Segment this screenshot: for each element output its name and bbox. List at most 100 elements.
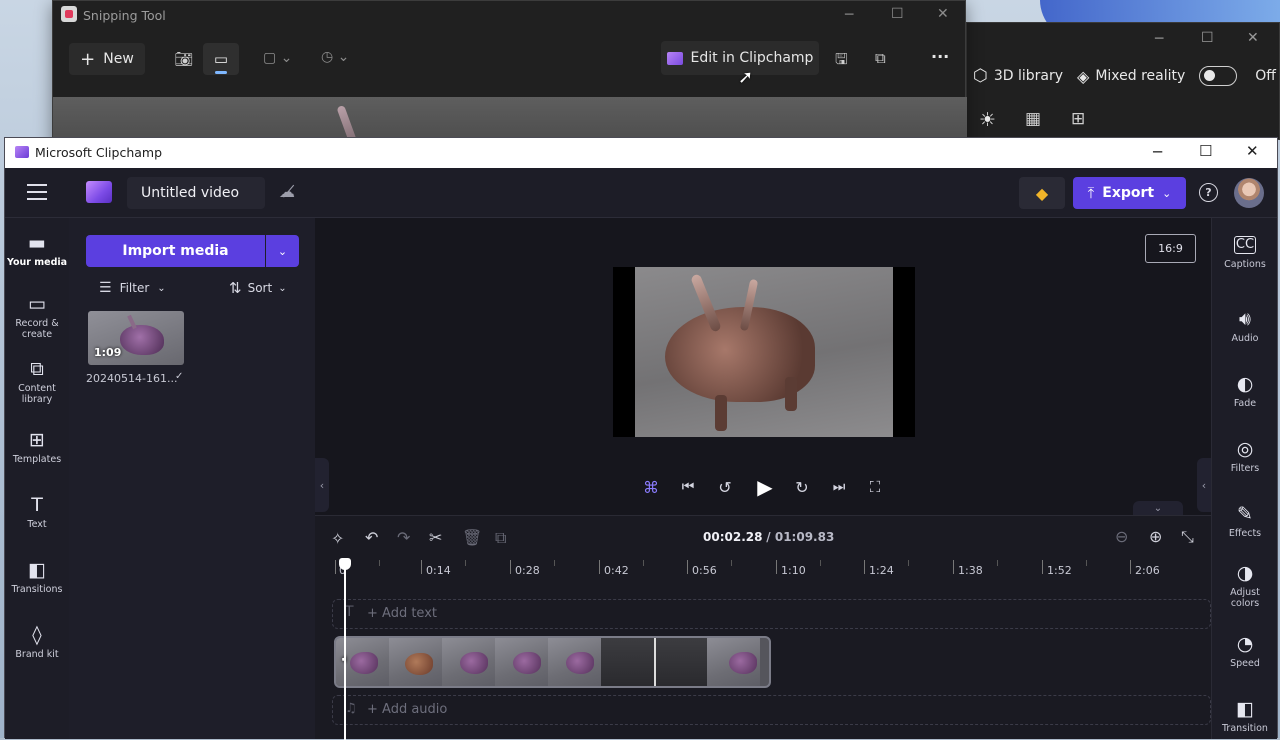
panel-item-speed[interactable]: ◔ Speed — [1212, 633, 1278, 669]
premium-button[interactable]: ◆ — [1019, 177, 1065, 209]
clipchamp-header: Untitled video ☁̸ ◆ ⤒ Export ⌄ ? — [5, 168, 1277, 218]
rail-item-templates[interactable]: ⊞ Templates — [5, 429, 69, 465]
timeline-ruler[interactable]: 0 0:14 0:28 0:42 0:56 1:10 1:24 1:38 1:5 — [315, 558, 1211, 584]
close-icon[interactable]: ✕ — [1246, 142, 1259, 160]
maximize-icon[interactable]: ☐ — [891, 6, 904, 22]
add-text-track[interactable]: T + Add text — [332, 599, 1211, 629]
play-icon: ▶ — [757, 475, 773, 499]
playhead-line[interactable] — [344, 560, 346, 740]
delay-dropdown[interactable]: ◷ ⌄ — [321, 49, 349, 65]
import-media-button[interactable]: Import media — [86, 235, 265, 267]
video-player[interactable] — [613, 267, 915, 437]
rewind-icon: ↺ — [718, 477, 732, 497]
maximize-icon[interactable]: ☐ — [1199, 142, 1212, 160]
transition-icon: ◧ — [1236, 698, 1254, 720]
3d-library-label: 3D library — [993, 68, 1064, 84]
ruler-tick — [776, 560, 777, 574]
collapse-timeline-button[interactable]: ⌄ — [1133, 501, 1183, 515]
panel-item-captions[interactable]: CC Captions — [1212, 234, 1278, 270]
3d-library-button[interactable]: ⬡ 3D library — [973, 66, 1063, 86]
ruler-tick-minor — [465, 560, 466, 566]
avatar[interactable] — [1234, 178, 1264, 208]
rail-item-label: Content library — [18, 383, 56, 405]
fullscreen-button[interactable]: ⛶ — [864, 476, 886, 498]
import-options-dropdown[interactable]: ⌄ — [266, 235, 299, 267]
rail-item-label: Transitions — [11, 584, 63, 595]
panel-item-effects[interactable]: ✎ Effects — [1212, 503, 1278, 539]
chevron-down-icon: ⌄ — [157, 282, 166, 294]
filter-button[interactable]: ☰ Filter ⌄ — [99, 280, 166, 296]
rail-item-your-media[interactable]: ▬ Your media — [5, 232, 69, 268]
media-panel: Import media ⌄ ☰ Filter ⌄ ⇅ Sort ⌄ 1:09 … — [69, 218, 315, 739]
media-item-name: 20240514-161... — [86, 372, 178, 385]
export-button[interactable]: ⤒ Export ⌄ — [1073, 177, 1186, 209]
minimize-icon[interactable]: ─ — [1155, 31, 1163, 47]
scissors-icon[interactable]: ✂ — [429, 528, 442, 547]
playhead-handle[interactable] — [339, 558, 351, 570]
collapse-right-panel-button[interactable]: ‹ — [1197, 458, 1211, 512]
maximize-icon[interactable]: ☐ — [1201, 30, 1214, 46]
preview-area: 16:9 ⌘ ⏮ ↺ ▶ ↻ ⏭ ⛶ ‹ ‹ ⌄ — [315, 218, 1211, 515]
duplicate-icon[interactable]: ⧉ — [495, 528, 506, 548]
rail-item-content-library[interactable]: ⧉ Content library — [5, 358, 69, 405]
magic-edit-icon[interactable]: ✧ — [331, 529, 344, 548]
zoom-out-icon[interactable]: ⊖ — [1115, 527, 1128, 546]
collapse-left-panel-button[interactable]: ‹ — [315, 458, 329, 512]
panel-item-transition[interactable]: ◧ Transition — [1212, 698, 1278, 734]
chevron-down-icon: ⌄ — [1162, 186, 1172, 200]
stats-icon[interactable]: ▦ — [1025, 109, 1041, 129]
skip-forward-button[interactable]: ⏭ — [828, 476, 850, 498]
sort-icon: ⇅ — [229, 279, 242, 297]
help-button[interactable]: ? — [1199, 183, 1218, 202]
panel-item-filters[interactable]: ◎ Filters — [1212, 438, 1278, 474]
folder-icon: ▬ — [28, 232, 46, 254]
media-item-thumbnail[interactable]: 1:09 — [88, 311, 184, 365]
forward-5s-button[interactable]: ↻ — [791, 476, 813, 498]
panel-item-audio[interactable]: 🔊︎ Audio — [1212, 308, 1278, 344]
aspect-ratio-button[interactable]: 16:9 — [1145, 234, 1196, 263]
redo-icon[interactable]: ↷ — [397, 528, 410, 547]
rail-item-label: Your media — [6, 257, 68, 268]
project-title-field[interactable]: Untitled video — [127, 177, 265, 209]
copy-icon[interactable]: ⧉ — [875, 49, 886, 67]
video-mode-button[interactable]: ▭ — [203, 43, 239, 75]
close-icon[interactable]: ✕ — [1247, 30, 1259, 46]
mixed-reality-control[interactable]: ◈ Mixed reality Off — [1077, 66, 1276, 86]
rail-item-brand-kit[interactable]: ◊ Brand kit — [5, 624, 69, 660]
more-options-icon[interactable]: ··· — [931, 47, 949, 66]
add-audio-label: + Add audio — [367, 702, 448, 717]
new-snip-button[interactable]: + New — [69, 43, 145, 75]
aspect-ratio-label: 16:9 — [1158, 242, 1183, 255]
rail-item-text[interactable]: T Text — [5, 494, 69, 530]
toggle-state-label: Off — [1255, 68, 1276, 84]
play-button[interactable]: ▶ — [752, 474, 778, 500]
delete-icon[interactable]: 🗑︎ — [462, 528, 482, 547]
add-audio-track[interactable]: ♫ + Add audio — [332, 695, 1211, 725]
close-icon[interactable]: ✕ — [937, 6, 949, 22]
save-icon[interactable]: 🖫︎ — [835, 49, 848, 74]
sort-button[interactable]: ⇅ Sort ⌄ — [229, 279, 287, 297]
ruler-tick-minor — [731, 560, 732, 566]
magic-preview-button[interactable]: ⌘ — [640, 476, 662, 498]
mixed-reality-toggle[interactable] — [1199, 66, 1238, 86]
lighting-icon[interactable]: ☀ — [979, 109, 996, 131]
rewind-5s-button[interactable]: ↺ — [714, 476, 736, 498]
video-clip[interactable]: 🔈︎ — [334, 636, 771, 688]
minimize-icon[interactable]: ─ — [845, 7, 853, 23]
snip-shape-dropdown[interactable]: ▢ ⌄ — [263, 50, 292, 66]
screenshot-mode-button[interactable]: 📷︎ — [169, 43, 199, 75]
rail-item-record-create[interactable]: ▭ Record & create — [5, 293, 69, 340]
hamburger-menu-icon[interactable] — [27, 184, 47, 200]
import-media-label: Import media — [122, 243, 229, 259]
properties-panel: CC Captions 🔊︎ Audio ◐ Fade ◎ Filters ✎ … — [1211, 218, 1277, 739]
fit-timeline-icon[interactable]: ⤡ — [1181, 527, 1194, 547]
ruler-label: 1:24 — [869, 564, 894, 577]
panel-item-adjust-colors[interactable]: ◑ Adjust colors — [1212, 562, 1278, 609]
zoom-in-icon[interactable]: ⊕ — [1149, 527, 1162, 546]
minimize-icon[interactable]: ─ — [1153, 143, 1162, 161]
undo-icon[interactable]: ↶ — [365, 528, 378, 547]
grid-icon[interactable]: ⊞ — [1071, 109, 1085, 129]
rail-item-transitions[interactable]: ◧ Transitions — [5, 559, 69, 595]
skip-back-button[interactable]: ⏮ — [677, 476, 699, 498]
panel-item-fade[interactable]: ◐ Fade — [1212, 373, 1278, 409]
